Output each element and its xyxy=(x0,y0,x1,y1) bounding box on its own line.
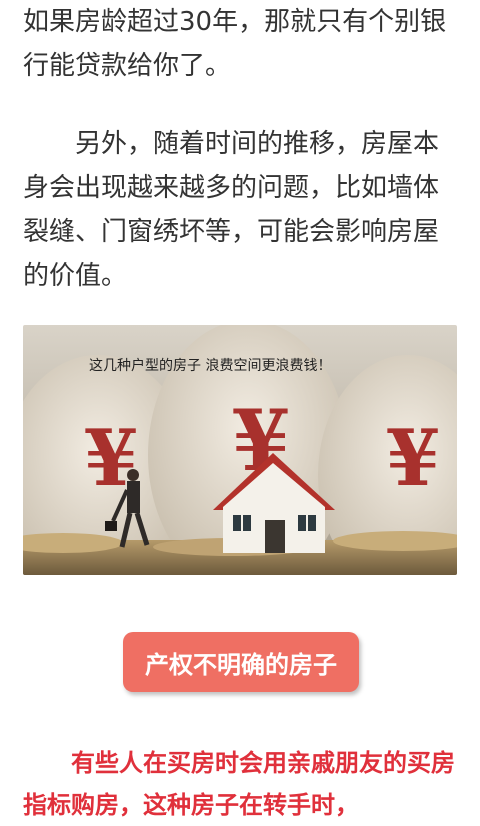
paragraph-house-problems: 另外，随着时间的推移，房屋本身会出现越来越多的问题，比如墙体裂缝、门窗绣坏等，可… xyxy=(23,129,440,291)
image-caption: 这几种户型的房子 浪费空间更浪费钱！ xyxy=(89,357,331,374)
yuan-symbol-right: ¥ xyxy=(386,413,440,504)
paragraph-mortgage-age: 如果房龄超过30年，那就只有个别银行能贷款给你了。 xyxy=(23,7,447,81)
article-image: ¥ ¥ ¥ 这几种户型的房子 浪费空间更浪费钱！ xyxy=(23,325,457,575)
paragraph-unclear-ownership: 有些人在买房时会用亲戚朋友的买房指标购房，这种房子在转手时， xyxy=(23,749,455,819)
section-title-badge: 产权不明确的房子 xyxy=(123,632,359,692)
money-bags-house-illustration: ¥ ¥ ¥ 这几种户型的房子 浪费空间更浪费钱！ xyxy=(23,325,457,575)
